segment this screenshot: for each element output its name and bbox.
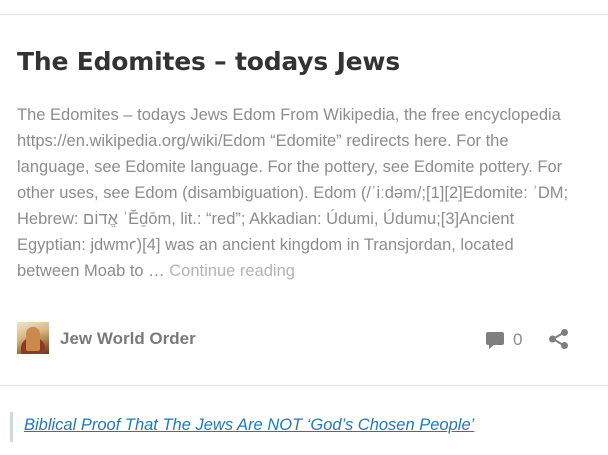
post-excerpt: The Edomites – todays Jews Edom From Wik…	[17, 102, 577, 284]
avatar-figure	[26, 327, 40, 351]
share-icon[interactable]	[548, 328, 570, 350]
section-divider	[0, 385, 608, 386]
related-post-quote: Biblical Proof That The Jews Are NOT ‘Go…	[10, 412, 474, 442]
author-avatar[interactable]	[17, 322, 49, 354]
comment-count: 0	[513, 330, 523, 349]
related-post-link[interactable]: Biblical Proof That The Jews Are NOT ‘Go…	[24, 416, 474, 435]
excerpt-text: The Edomites – todays Jews Edom From Wik…	[17, 106, 569, 280]
post-meta: Jew World Order 0	[17, 322, 592, 356]
comment-bubble-icon	[486, 332, 504, 349]
author-name[interactable]: Jew World Order	[60, 329, 196, 349]
top-divider	[0, 14, 608, 15]
post-title[interactable]: The Edomites – todays Jews	[17, 47, 400, 76]
continue-reading-link[interactable]: Continue reading	[169, 262, 295, 280]
